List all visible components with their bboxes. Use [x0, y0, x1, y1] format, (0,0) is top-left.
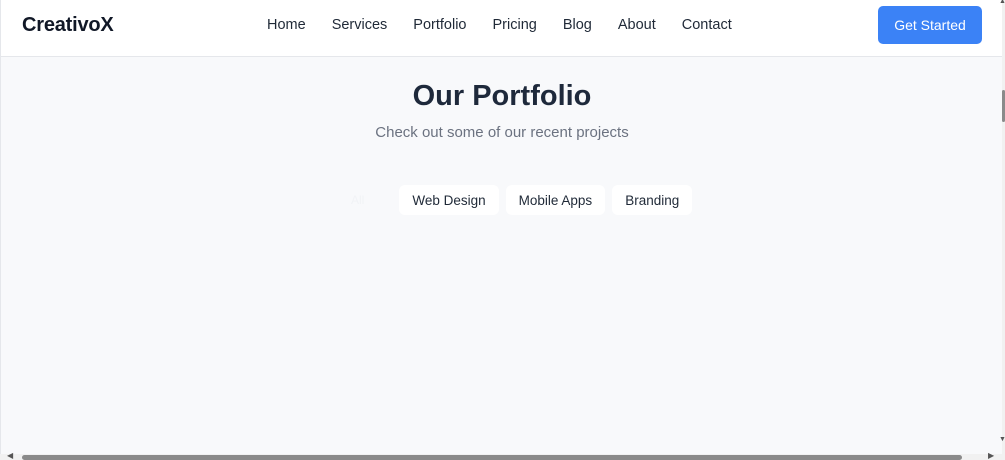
horizontal-scrollbar[interactable]: ◀ ▶	[0, 451, 1005, 460]
brand-logo[interactable]: CreativoX	[22, 14, 114, 37]
scroll-down-arrow-icon[interactable]: ▼	[999, 436, 1005, 443]
section-subtitle: Check out some of our recent projects	[375, 124, 629, 141]
nav-link-pricing[interactable]: Pricing	[493, 17, 537, 33]
nav-link-services[interactable]: Services	[332, 17, 388, 33]
filter-mobile-apps-button[interactable]: Mobile Apps	[505, 185, 606, 215]
scroll-left-arrow-icon[interactable]: ◀	[7, 451, 13, 460]
scroll-up-arrow-icon[interactable]: ▲	[999, 0, 1005, 5]
nav-link-portfolio[interactable]: Portfolio	[413, 17, 466, 33]
nav-link-contact[interactable]: Contact	[682, 17, 732, 33]
navbar: CreativoX Home Services Portfolio Pricin…	[1, 0, 1003, 57]
section-title: Our Portfolio	[412, 80, 592, 112]
portfolio-filters: All Web Design Mobile Apps Branding	[351, 185, 699, 215]
page-viewport: CreativoX Home Services Portfolio Pricin…	[0, 0, 1003, 454]
nav-link-blog[interactable]: Blog	[563, 17, 592, 33]
nav-link-home[interactable]: Home	[267, 17, 306, 33]
main-nav: Home Services Portfolio Pricing Blog Abo…	[267, 17, 758, 33]
filter-web-design-button[interactable]: Web Design	[399, 185, 499, 215]
filter-all-button[interactable]: All	[351, 185, 374, 215]
nav-link-about[interactable]: About	[618, 17, 656, 33]
horizontal-scrollbar-thumb[interactable]	[22, 455, 962, 460]
scroll-right-arrow-icon[interactable]: ▶	[988, 451, 994, 460]
filter-branding-button[interactable]: Branding	[612, 185, 693, 215]
get-started-button[interactable]: Get Started	[878, 6, 982, 44]
